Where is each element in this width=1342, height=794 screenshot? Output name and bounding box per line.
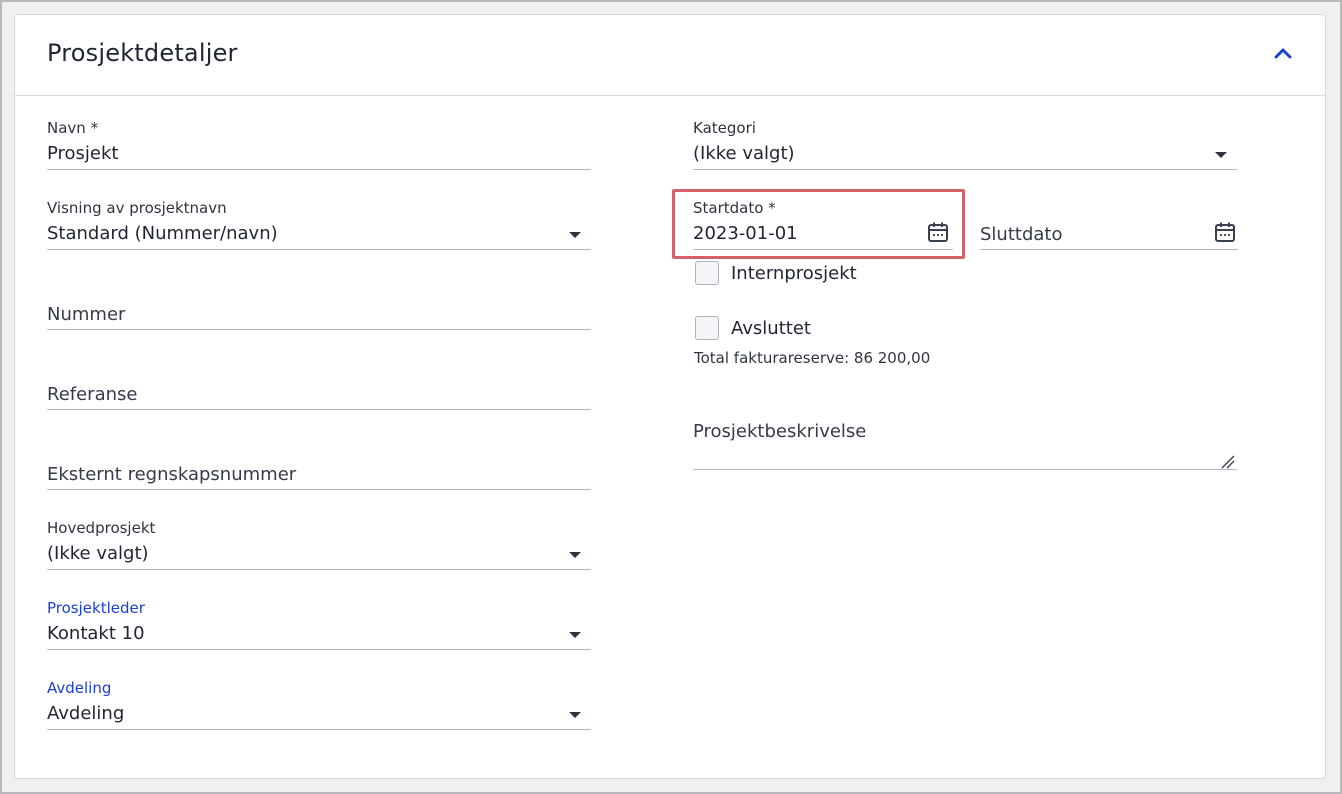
visning-select[interactable]: Visning av prosjektnavn Standard (Nummer…: [47, 195, 591, 250]
startdato-label: Startdato *: [693, 199, 776, 217]
kategori-value: (Ikke valgt): [693, 143, 795, 164]
avdeling-value: Avdeling: [47, 703, 125, 724]
hovedprosjekt-value: (Ikke valgt): [47, 543, 149, 564]
navn-field[interactable]: Navn * Prosjekt: [47, 115, 591, 170]
chevron-down-icon: [569, 552, 581, 558]
prosjektbeskrivelse-label: Prosjektbeskrivelse: [693, 421, 867, 442]
calendar-icon[interactable]: [927, 221, 949, 243]
nummer-field[interactable]: Nummer: [47, 275, 591, 330]
navn-value[interactable]: Prosjekt: [47, 143, 119, 164]
card-header: Prosjektdetaljer: [15, 15, 1325, 96]
startdato-value[interactable]: 2023-01-01: [693, 223, 798, 244]
visning-value: Standard (Nummer/navn): [47, 223, 278, 244]
internprosjekt-label: Internprosjekt: [731, 262, 857, 284]
internprosjekt-row[interactable]: Internprosjekt: [695, 261, 857, 285]
eksternt-regnskapsnummer-field[interactable]: Eksternt regnskapsnummer: [47, 435, 591, 490]
sluttdato-field[interactable]: Sluttdato: [980, 195, 1238, 250]
navn-label: Navn *: [47, 119, 99, 137]
card-title: Prosjektdetaljer: [47, 39, 238, 67]
fakturareserve-text: Total fakturareserve: 86 200,00: [694, 349, 931, 367]
internprosjekt-checkbox[interactable]: [695, 261, 719, 285]
collapse-button[interactable]: [1269, 39, 1297, 67]
eksternt-label: Eksternt regnskapsnummer: [47, 464, 297, 485]
nummer-label: Nummer: [47, 304, 126, 325]
chevron-up-icon: [1274, 48, 1292, 59]
kategori-label: Kategori: [693, 119, 756, 137]
avsluttet-checkbox[interactable]: [695, 316, 719, 340]
avdeling-label: Avdeling: [47, 679, 112, 697]
avsluttet-label: Avsluttet: [731, 317, 811, 339]
prosjektleder-select[interactable]: Prosjektleder Kontakt 10: [47, 595, 591, 650]
avdeling-select[interactable]: Avdeling Avdeling: [47, 675, 591, 730]
sluttdato-label: Sluttdato: [980, 224, 1063, 245]
resize-handle-icon[interactable]: [1221, 455, 1235, 469]
referanse-label: Referanse: [47, 384, 138, 405]
chevron-down-icon: [1215, 152, 1227, 158]
prosjektleder-value: Kontakt 10: [47, 623, 145, 644]
hovedprosjekt-select[interactable]: Hovedprosjekt (Ikke valgt): [47, 515, 591, 570]
avsluttet-row[interactable]: Avsluttet: [695, 316, 811, 340]
chevron-down-icon: [569, 712, 581, 718]
chevron-down-icon: [569, 232, 581, 238]
hovedprosjekt-label: Hovedprosjekt: [47, 519, 156, 537]
referanse-field[interactable]: Referanse: [47, 355, 591, 410]
prosjektleder-label: Prosjektleder: [47, 599, 145, 617]
prosjektbeskrivelse-textarea[interactable]: Prosjektbeskrivelse: [693, 415, 1237, 470]
calendar-icon[interactable]: [1214, 221, 1236, 243]
kategori-select[interactable]: Kategori (Ikke valgt): [693, 115, 1237, 170]
visning-label: Visning av prosjektnavn: [47, 199, 227, 217]
chevron-down-icon: [569, 632, 581, 638]
startdato-field[interactable]: Startdato * 2023-01-01: [693, 195, 953, 250]
